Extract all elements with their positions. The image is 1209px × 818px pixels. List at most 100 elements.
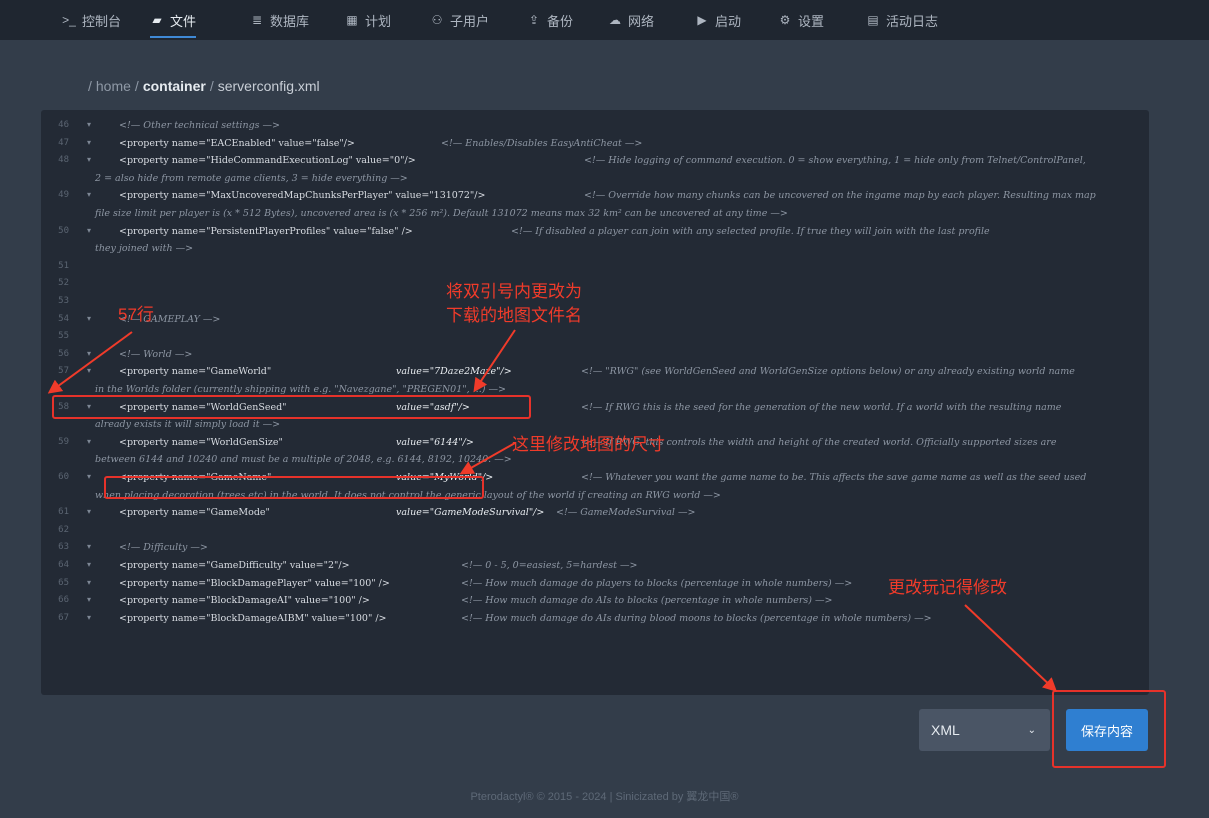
footer: Pterodactyl® © 2015 - 2024 | Sinicizated…	[470, 791, 739, 803]
nav-label: 设置	[798, 13, 825, 29]
fold-toggle-icon[interactable]: ▾	[87, 472, 91, 481]
nav-label: 数据库	[270, 13, 310, 29]
network-icon: ☁	[609, 13, 621, 27]
gears-icon: ⚙	[779, 13, 791, 27]
chevron-down-icon: ⌄	[1027, 724, 1036, 736]
annotation-save-note: 更改玩记得修改	[888, 578, 1007, 597]
fold-toggle-icon[interactable]: ▾	[87, 366, 91, 375]
code-tag: <property name="PersistentPlayerProfiles…	[119, 225, 413, 237]
line-number: 47	[58, 137, 69, 148]
nav-files[interactable]: ▰ 文件	[150, 0, 197, 40]
fold-toggle-icon[interactable]: ▾	[87, 578, 91, 587]
upload-icon: ⇪	[528, 13, 540, 27]
line-number: 59	[58, 436, 69, 447]
nav-schedules[interactable]: ▦ 计划	[345, 0, 391, 40]
code-comment: between 6144 and 10240 and must be a mul…	[95, 454, 512, 466]
log-icon: ▤	[867, 13, 879, 27]
breadcrumb-separator: /	[88, 78, 92, 94]
code-tag: <property name="HideCommandExecutionLog"…	[119, 155, 416, 167]
fold-toggle-icon[interactable]: ▾	[87, 120, 91, 129]
line-number: 46	[58, 120, 69, 130]
annotation-size-note: 这里修改地图的尺寸	[512, 435, 665, 454]
line-number: 52	[58, 278, 69, 289]
nav-backups[interactable]: ⇪ 备份	[527, 0, 573, 40]
fold-toggle-icon[interactable]: ▾	[87, 155, 91, 164]
line-number: 60	[58, 472, 69, 482]
nav-console[interactable]: >_ 控制台	[62, 0, 121, 40]
fold-toggle-icon[interactable]: ▾	[87, 595, 91, 604]
code-comment: <!— Other technical settings —>	[119, 120, 281, 131]
save-button[interactable]: 保存内容	[1066, 709, 1148, 751]
code-tag: <property name="GameMode"	[119, 507, 270, 519]
line-number: 54	[58, 313, 69, 324]
nav-label: 网络	[628, 13, 655, 29]
annotation-change-name-2: 下载的地图文件名	[446, 306, 582, 325]
nav-settings[interactable]: ⚙ 设置	[778, 0, 824, 40]
code-comment: file size limit per player is (x * 512 B…	[95, 208, 788, 219]
fold-toggle-icon[interactable]: ▾	[87, 138, 91, 147]
breadcrumb-home[interactable]: home	[96, 78, 131, 98]
breadcrumb-separator: /	[134, 78, 139, 94]
line-number: 51	[58, 260, 69, 271]
nav-label: 备份	[547, 13, 574, 29]
code-comment: 2 = also hide from remote game clients, …	[95, 172, 408, 184]
nav-databases[interactable]: ≣ 数据库	[250, 0, 309, 40]
nav-label: 控制台	[82, 13, 122, 29]
line-number: 67	[58, 612, 69, 623]
code-tag: <property name="BlockDamageAIBM" value="…	[119, 612, 387, 624]
line-number: 56	[58, 348, 69, 359]
code-comment: <!— Override how many chunks can be unco…	[584, 190, 1096, 202]
language-select[interactable]: XML ⌄	[919, 709, 1050, 751]
folder-icon: ▰	[152, 13, 162, 27]
fold-toggle-icon[interactable]: ▾	[87, 349, 91, 358]
code-comment: <!— Whatever you want the game name to b…	[581, 472, 1087, 483]
code-comment: <!— How much damage do players to blocks…	[461, 577, 853, 589]
code-comment: in the Worlds folder (currently shipping…	[95, 384, 506, 395]
line-number: 61	[58, 507, 69, 518]
code-tag: <property name="EACEnabled" value="false…	[119, 137, 355, 149]
language-select-value: XML	[931, 722, 960, 738]
code-comment: <!— GameModeSurvival —>	[556, 507, 696, 519]
highlight-box-worldgensize	[104, 476, 484, 499]
code-comment: <!— Hide logging of command execution. 0…	[584, 155, 1086, 167]
line-number: 63	[58, 542, 69, 553]
breadcrumb-file: serverconfig.xml	[217, 78, 320, 94]
code-comment: <!— Difficulty —>	[119, 542, 208, 554]
top-navigation: >_ 控制台 ▰ 文件 ≣ 数据库 ▦ 计划 ⚇ 子用户 ⇪ 备份 ☁ 网络 ▶…	[0, 0, 1209, 40]
fold-toggle-icon[interactable]: ▾	[87, 190, 91, 199]
breadcrumb: / home / container / serverconfig.xml	[88, 78, 320, 98]
breadcrumb-container[interactable]: container	[143, 78, 206, 98]
code-comment: <!— If RWG this is the seed for the gene…	[581, 401, 1062, 413]
line-number: 55	[58, 331, 69, 342]
code-tag: <property name="BlockDamagePlayer" value…	[119, 577, 390, 589]
database-icon: ≣	[251, 13, 263, 27]
nav-subusers[interactable]: ⚇ 子用户	[430, 0, 489, 40]
line-number: 48	[58, 155, 69, 166]
fold-toggle-icon[interactable]: ▾	[87, 542, 91, 551]
fold-toggle-icon[interactable]: ▾	[87, 314, 91, 323]
code-comment: <!— Enables/Disables EasyAntiCheat —>	[441, 137, 643, 149]
highlight-box-gameworld	[52, 395, 531, 419]
code-comment: <!— "RWG" (see WorldGenSeed and WorldGen…	[581, 366, 1075, 378]
code-tag: <property name="BlockDamageAI" value="10…	[119, 595, 370, 607]
line-number: 50	[58, 225, 69, 236]
code-comment: <!— If disabled a player can join with a…	[511, 225, 990, 237]
nav-network[interactable]: ☁ 网络	[608, 0, 654, 40]
fold-toggle-icon[interactable]: ▾	[87, 560, 91, 569]
annotation-change-name-1: 将双引号内更改为	[446, 282, 582, 301]
code-tag: <property name="GameDifficulty" value="2…	[119, 560, 350, 571]
line-number: 49	[58, 190, 69, 201]
users-icon: ⚇	[431, 13, 443, 27]
line-number: 66	[58, 595, 69, 606]
nav-activity-log[interactable]: ▤ 活动日志	[866, 0, 938, 40]
code-value: value="7Daze2Maze"/>	[396, 366, 512, 378]
nav-label: 子用户	[450, 13, 490, 29]
nav-label: 活动日志	[886, 13, 939, 29]
fold-toggle-icon[interactable]: ▾	[87, 613, 91, 622]
fold-toggle-icon[interactable]: ▾	[87, 507, 91, 516]
fold-toggle-icon[interactable]: ▾	[87, 226, 91, 235]
fold-toggle-icon[interactable]: ▾	[87, 437, 91, 446]
calendar-icon: ▦	[346, 13, 358, 27]
nav-startup[interactable]: ▶ 启动	[695, 0, 741, 40]
annotation-line57: 57行	[118, 305, 154, 324]
